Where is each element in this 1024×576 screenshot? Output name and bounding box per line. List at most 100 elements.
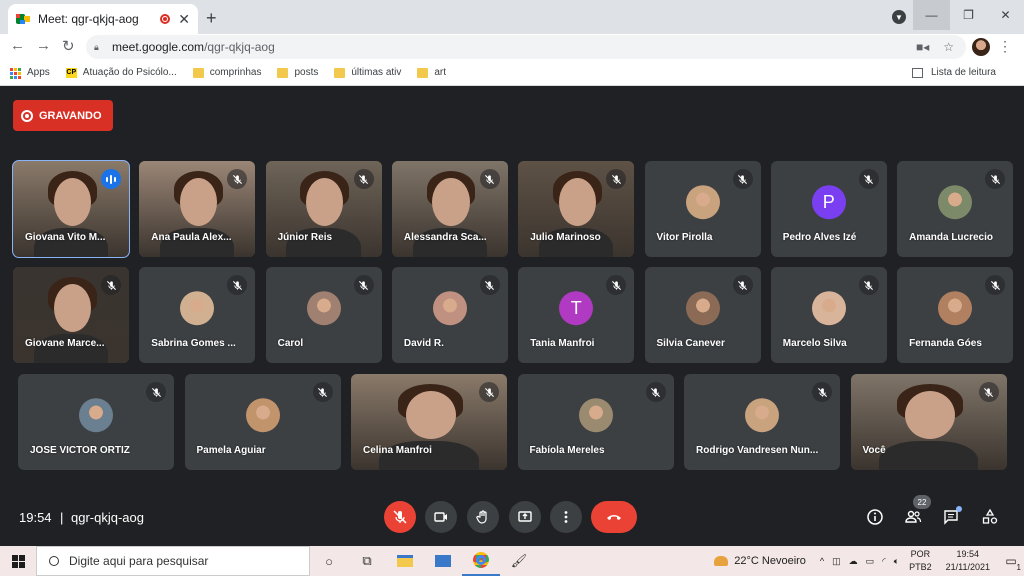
network-icon[interactable]: ◜ [882, 556, 886, 567]
participant-tile[interactable]: Giovane Marce... [13, 267, 129, 363]
bookmark-star-icon[interactable]: ☆ [943, 40, 954, 54]
participant-name: Pedro Alves Izé [782, 232, 857, 243]
participant-tile[interactable]: Alessandra Sca... [391, 161, 508, 257]
participant-name: Giovana Vito M... [25, 232, 106, 243]
tab-meet[interactable]: Meet: qgr-qkjq-aog ✕ [8, 4, 198, 34]
apps-grid-icon [10, 67, 21, 79]
address-bar[interactable]: 🔒︎ meet.google.com/qgr-qkjq-aog ■◂ ☆ [86, 35, 966, 59]
participant-tile[interactable]: Fernanda Góes [897, 267, 1014, 363]
participant-tile[interactable]: Amanda Lucrecio [897, 161, 1014, 257]
language-indicator[interactable]: POR PTB2 [909, 548, 932, 574]
participant-tile[interactable]: P Pedro Alves Izé [770, 161, 887, 257]
participant-name: Você [862, 445, 886, 456]
avatar [685, 185, 720, 220]
participant-tile[interactable]: T Tania Manfroi [518, 267, 635, 363]
bookmark-ultimas-ativ[interactable]: últimas ativ [334, 67, 401, 78]
mic-off-icon [353, 275, 374, 295]
participant-tile[interactable]: Pamela Aguiar [184, 374, 341, 470]
microphone-off-button[interactable] [384, 501, 416, 533]
avatar [938, 291, 973, 326]
participant-tile[interactable]: Ana Paula Alex... [139, 161, 256, 257]
participant-tile[interactable]: Júnior Reis [265, 161, 382, 257]
participant-tile[interactable]: Carol [265, 267, 382, 363]
folder-icon [334, 67, 346, 78]
present-screen-button[interactable] [509, 501, 541, 533]
recording-icon [21, 109, 33, 122]
activities-button[interactable] [980, 507, 1000, 527]
participant-tile[interactable]: Silvia Canever [644, 267, 761, 363]
close-window-button[interactable]: ✕ [987, 0, 1024, 30]
task-view-icon[interactable]: ⧉ [348, 546, 386, 576]
participant-tile[interactable]: Fabíola Mereles [517, 374, 674, 470]
meet-stage: GRAVANDO Giovana Vito M... Ana Paula Alex… [0, 87, 1024, 546]
back-icon[interactable]: ← [10, 37, 25, 54]
file-explorer-icon[interactable] [386, 546, 424, 576]
browser-menu-icon[interactable]: ⋮ [998, 38, 1012, 55]
new-tab-button[interactable]: + [206, 8, 217, 29]
participants-button[interactable] [903, 507, 923, 527]
mic-off-icon [479, 275, 500, 295]
participant-tile[interactable]: Celina Manfroi [351, 374, 507, 470]
participant-name: Marcelo Silva [782, 338, 847, 349]
meet-tray-icon[interactable]: ◫ [832, 556, 841, 567]
mic-off-icon [606, 275, 627, 295]
browser-tab-bar: Meet: qgr-qkjq-aog ✕ + ▼ — ❐ ✕ [0, 0, 1024, 34]
participant-tile[interactable]: Marcelo Silva [770, 267, 887, 363]
forward-icon[interactable]: → [36, 37, 51, 54]
paint-icon[interactable]: 🖌︎ [500, 546, 538, 576]
browser-toolbar: ← → ↻ 🔒︎ meet.google.com/qgr-qkjq-aog ■◂… [0, 34, 1024, 60]
participant-tile[interactable]: Julio Marinoso [518, 161, 635, 257]
minimize-button[interactable]: — [913, 0, 950, 30]
bookmark-comprinhas[interactable]: comprinhas [192, 67, 261, 78]
leave-call-button[interactable] [591, 501, 637, 533]
profile-avatar[interactable] [972, 38, 990, 56]
notification-center-icon[interactable]: ▭ 1 [998, 546, 1024, 576]
restore-button[interactable]: ❐ [950, 0, 987, 30]
mic-off-icon [985, 275, 1006, 295]
participant-tile[interactable]: David R. [391, 267, 508, 363]
mic-off-icon [479, 169, 500, 189]
weather-icon [714, 556, 729, 566]
tab-search-icon[interactable]: ▼ [892, 10, 906, 24]
participant-name: Tania Manfroi [530, 338, 595, 349]
participant-tile[interactable]: JOSE VICTOR ORTIZ [18, 374, 174, 470]
taskbar-search[interactable]: Digite aqui para pesquisar [36, 546, 310, 576]
reading-list[interactable]: Lista de leitura [911, 67, 996, 78]
participant-tile[interactable]: Sabrina Gomes ... [139, 267, 256, 363]
raise-hand-button[interactable] [467, 501, 499, 533]
chrome-icon[interactable] [462, 546, 500, 576]
bookmark-apps[interactable]: Apps [10, 67, 50, 79]
participant-name: Amanda Lucrecio [909, 232, 994, 243]
battery-icon[interactable]: ▭ [866, 556, 875, 567]
close-tab-icon[interactable]: ✕ [178, 11, 190, 28]
mail-icon[interactable] [424, 546, 462, 576]
start-button[interactable] [0, 546, 36, 576]
cortana-icon[interactable]: ○ [310, 546, 348, 576]
recording-badge: GRAVANDO [13, 100, 113, 131]
participant-tile[interactable]: Giovana Vito M... [12, 160, 130, 258]
cloud-icon[interactable]: ☁ [849, 556, 858, 567]
meeting-details-button[interactable] [865, 507, 885, 527]
participant-tile[interactable]: Rodrigo Vandresen Nun... [684, 374, 840, 470]
bookmarks-bar: Apps CP Atuação do Psicólo... comprinhas… [0, 60, 1024, 86]
participant-count-badge: 22 [913, 495, 931, 509]
folder-icon [277, 67, 289, 78]
show-hidden-icons[interactable]: ^ [820, 556, 824, 566]
participant-tile[interactable]: Você [850, 374, 1007, 470]
volume-icon[interactable]: 🔈︎ [894, 556, 899, 567]
bookmark-art[interactable]: art [417, 67, 446, 78]
bookmark-atuacao[interactable]: CP Atuação do Psicólo... [65, 67, 177, 78]
taskbar-clock[interactable]: 19:54 21/11/2021 [946, 548, 990, 574]
mic-off-icon [645, 382, 666, 402]
participant-tile[interactable]: Vitor Pirolla [644, 161, 761, 257]
bookmark-posts[interactable]: posts [277, 67, 318, 78]
reload-icon[interactable]: ↻ [62, 37, 75, 55]
camera-button[interactable] [425, 501, 457, 533]
meeting-time: 19:54 [19, 510, 52, 525]
more-options-button[interactable] [550, 501, 582, 533]
weather-widget[interactable]: 22°C Nevoeiro [714, 555, 806, 567]
mic-off-icon [978, 382, 999, 402]
participant-name: Ana Paula Alex... [151, 232, 232, 243]
avatar [685, 291, 720, 326]
camera-in-use-icon[interactable]: ■◂ [916, 40, 929, 54]
